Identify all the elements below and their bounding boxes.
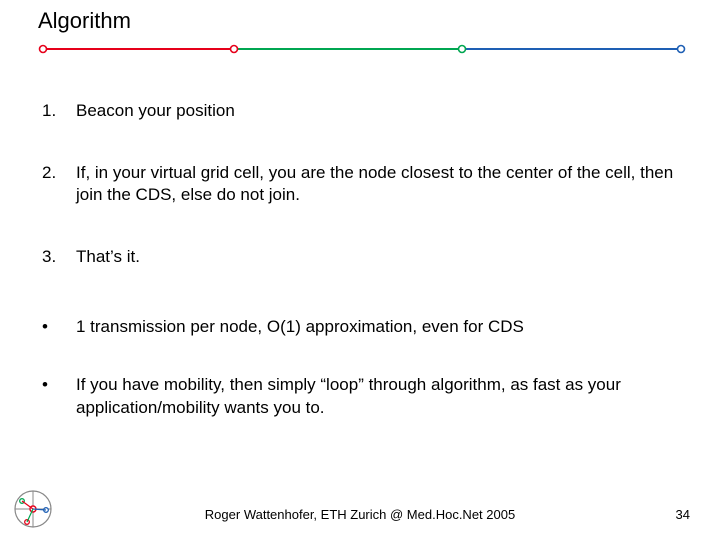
list-item: • 1 transmission per node, O(1) approxim… <box>38 316 678 338</box>
list-marker: 2. <box>38 162 76 184</box>
list-item: 1. Beacon your position <box>38 100 678 122</box>
bullet-marker: • <box>38 316 76 338</box>
list-item: 2. If, in your virtual grid cell, you ar… <box>38 162 678 206</box>
list-text: That’s it. <box>76 246 678 268</box>
list-marker: 3. <box>38 246 76 268</box>
slide: Algorithm 1. Beacon your position 2. If,… <box>0 0 720 540</box>
list-marker: 1. <box>38 100 76 122</box>
list-text: If, in your virtual grid cell, you are t… <box>76 162 678 206</box>
content-area: 1. Beacon your position 2. If, in your v… <box>38 100 678 455</box>
bullet-marker: • <box>38 374 76 396</box>
list-text: 1 transmission per node, O(1) approximat… <box>76 316 678 338</box>
divider-line-icon <box>38 44 686 54</box>
slide-title: Algorithm <box>38 8 131 34</box>
list-text: If you have mobility, then simply “loop”… <box>76 374 678 418</box>
list-item: • If you have mobility, then simply “loo… <box>38 374 678 418</box>
page-number: 34 <box>676 507 690 522</box>
list-text: Beacon your position <box>76 100 678 122</box>
list-item: 3. That’s it. <box>38 246 678 268</box>
footer-text: Roger Wattenhofer, ETH Zurich @ Med.Hoc.… <box>0 507 720 522</box>
